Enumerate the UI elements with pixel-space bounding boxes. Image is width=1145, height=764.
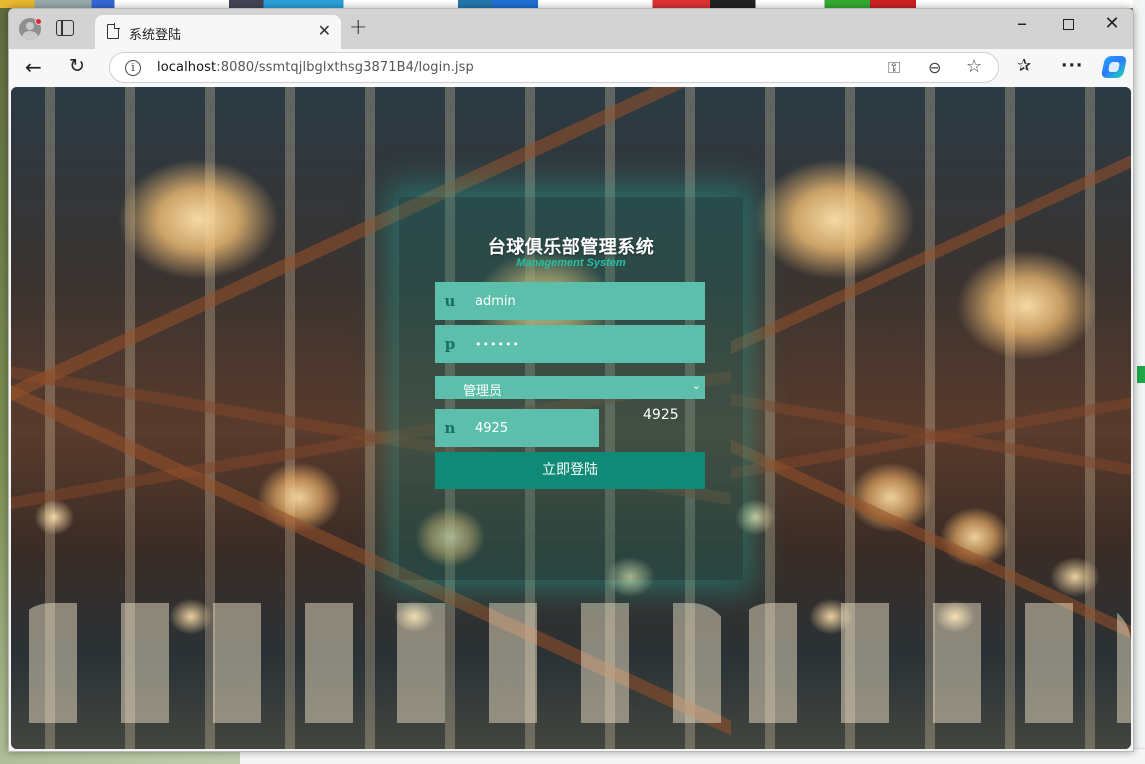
background-app-window [1133, 0, 1145, 764]
page-viewport: 台球俱乐部管理系统 Management System u admin p ••… [11, 87, 1131, 749]
password-field[interactable]: p •••••• [435, 325, 705, 363]
tab-actions-icon[interactable] [56, 20, 74, 36]
login-button[interactable]: 立即登陆 [435, 452, 705, 489]
address-bar[interactable]: i localhost:8080/ssmtqjlbglxthsg3871B4/l… [109, 52, 999, 83]
login-panel: 台球俱乐部管理系统 Management System u admin p ••… [399, 197, 743, 580]
minimize-icon[interactable]: – [999, 11, 1045, 35]
url-text[interactable]: localhost:8080/ssmtqjlbglxthsg3871B4/log… [157, 60, 474, 75]
tab-title: 系统登陆 [129, 28, 182, 43]
background-green-marker [1137, 366, 1145, 383]
chevron-down-icon[interactable]: ⌄ [692, 379, 701, 392]
favorites-icon[interactable]: ✰ [1017, 56, 1031, 76]
captcha-field[interactable]: n 4925 [435, 409, 599, 447]
role-select[interactable]: 管理员 ⌄ [435, 376, 705, 399]
zoom-out-icon[interactable]: ⊖ [928, 58, 941, 77]
star-icon[interactable]: ☆ [966, 56, 982, 77]
close-window-icon[interactable]: ✕ [1089, 13, 1133, 34]
background-arched-windows [731, 603, 1131, 723]
username-field[interactable]: u admin [435, 282, 705, 320]
more-icon[interactable]: ··· [1061, 56, 1083, 76]
captcha-code-display[interactable]: 4925 [643, 407, 679, 423]
background-taskbar-strip [0, 0, 1145, 8]
browser-toolbar: ← ↻ i localhost:8080/ssmtqjlbglxthsg3871… [9, 49, 1133, 87]
password-value[interactable]: •••••• [475, 338, 520, 351]
role-value: 管理员 [463, 384, 503, 399]
tab-login[interactable]: 系统登陆 ✕ [95, 15, 341, 49]
system-subtitle: Management System [516, 257, 626, 269]
background-image-repeat [731, 87, 1131, 749]
new-tab-icon[interactable]: + [349, 15, 367, 40]
captcha-prefix: n [444, 419, 456, 437]
background-arched-windows [11, 603, 731, 723]
url-host: localhost [157, 60, 217, 75]
tab-bar: 系统登陆 ✕ + – ✕ [9, 9, 1133, 49]
profile-notification-dot [35, 18, 42, 25]
url-path: :8080/ssmtqjlbglxthsg3871B4/login.jsp [216, 60, 474, 75]
key-icon[interactable]: ⚿ [888, 58, 900, 78]
password-prefix: p [444, 335, 456, 353]
reload-icon[interactable]: ↻ [69, 55, 85, 77]
info-icon[interactable]: i [125, 60, 141, 76]
maximize-icon[interactable] [1045, 15, 1091, 34]
browser-window: 系统登陆 ✕ + – ✕ ← ↻ i localhost:8080/ssmtqj… [8, 8, 1134, 752]
captcha-input-value[interactable]: 4925 [475, 421, 508, 436]
username-value[interactable]: admin [475, 294, 516, 309]
copilot-icon[interactable] [1100, 56, 1128, 78]
back-arrow-icon[interactable]: ← [25, 55, 42, 79]
tab-close-icon[interactable]: ✕ [318, 21, 331, 40]
system-title: 台球俱乐部管理系统 [487, 237, 655, 258]
username-prefix: u [444, 292, 456, 310]
page-document-icon [107, 23, 120, 39]
